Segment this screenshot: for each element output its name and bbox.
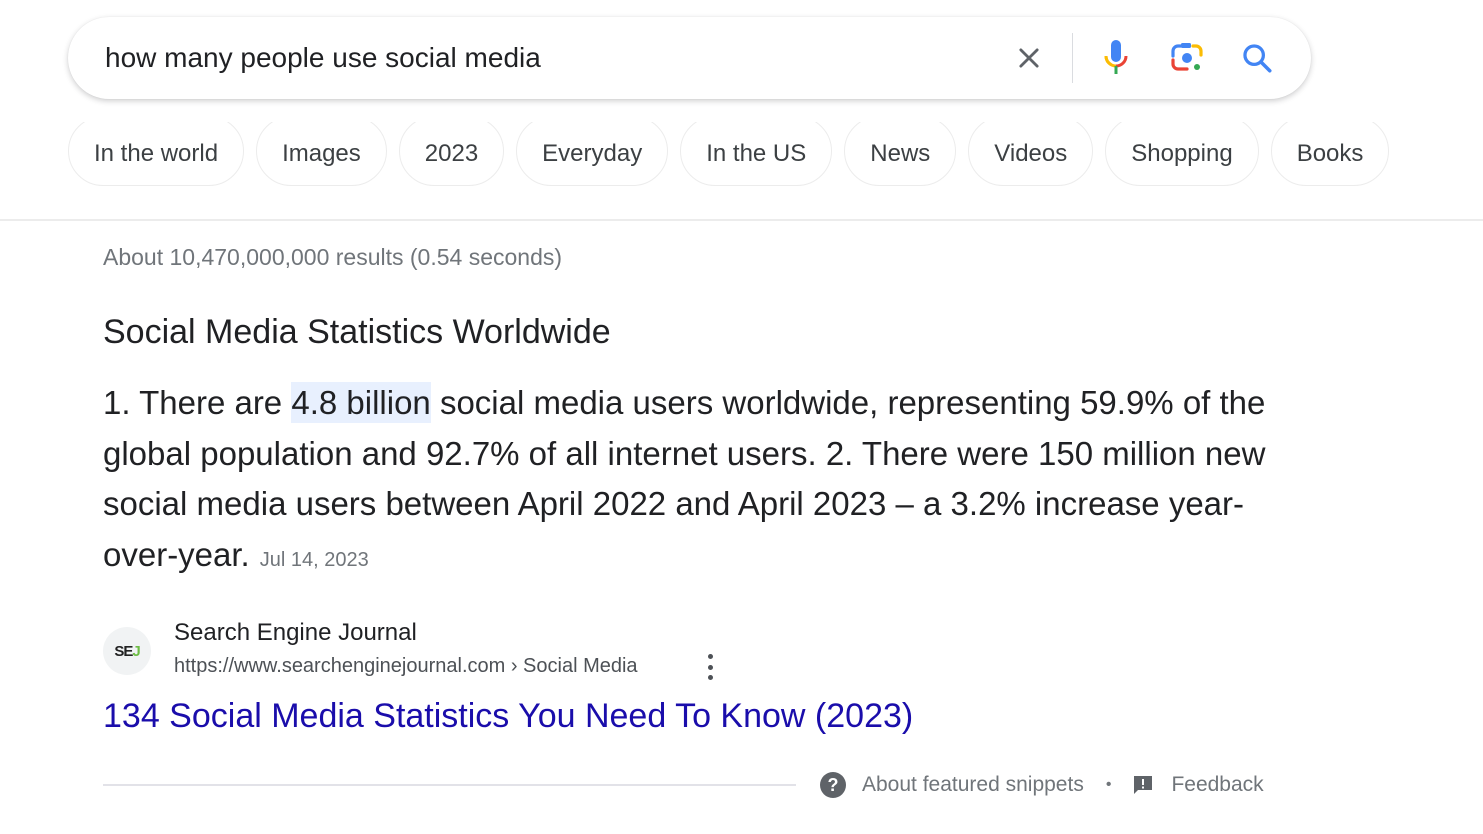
chip-in-the-world[interactable]: In the world (68, 122, 245, 186)
result-stats: About 10,470,000,000 results (0.54 secon… (103, 244, 563, 270)
close-icon[interactable] (1009, 38, 1049, 78)
search-icon[interactable] (1237, 38, 1277, 78)
chip-2023[interactable]: 2023 (398, 122, 505, 186)
google-lens-icon[interactable] (1167, 38, 1207, 78)
chip-shopping[interactable]: Shopping (1105, 122, 1259, 186)
sej-favicon-icon: SE J (103, 627, 151, 675)
snippet-date: Jul 14, 2023 (259, 548, 369, 571)
source-url[interactable]: https://www.searchenginejournal.com › So… (174, 655, 638, 678)
snippet-footer: ? About featured snippets • Feedback (820, 770, 1264, 800)
chip-videos[interactable]: Videos (968, 122, 1094, 186)
search-input[interactable] (105, 37, 965, 79)
about-featured-snippets-label: About featured snippets (862, 773, 1084, 796)
chip-images[interactable]: Images (256, 122, 387, 186)
feedback-icon (1134, 776, 1153, 794)
help-icon: ? (820, 772, 846, 798)
chip-news[interactable]: News (844, 122, 957, 186)
snippet-body: 1. There are 4.8 billion social media us… (103, 378, 1293, 585)
feedback-label: Feedback (1171, 773, 1264, 796)
snippet-heading: Social Media Statistics Worldwide (103, 313, 611, 351)
chip-books[interactable]: Books (1270, 122, 1390, 186)
snippet-footer-divider (103, 784, 796, 786)
about-featured-snippets-link[interactable]: ? About featured snippets (820, 772, 1084, 798)
snippet-text-prefix: 1. There are (103, 384, 292, 421)
footer-separator: • (1105, 776, 1112, 793)
filter-chips: In the world Images 2023 Everyday In the… (68, 122, 1390, 192)
source-name[interactable]: Search Engine Journal (174, 619, 417, 647)
result-title-link[interactable]: 134 Social Media Statistics You Need To … (103, 697, 913, 736)
feedback-link[interactable]: Feedback (1131, 773, 1264, 797)
microphone-icon[interactable] (1096, 38, 1136, 78)
header-divider (0, 219, 1483, 221)
favicon-accent: J (132, 642, 140, 660)
snippet-highlight: 4.8 billion (291, 382, 431, 423)
search-box-divider (1072, 33, 1073, 83)
favicon-text: SE (114, 642, 133, 660)
chip-everyday[interactable]: Everyday (516, 122, 669, 186)
more-options-icon[interactable] (703, 654, 717, 680)
chip-in-the-us[interactable]: In the US (680, 122, 833, 186)
search-box (68, 17, 1311, 99)
